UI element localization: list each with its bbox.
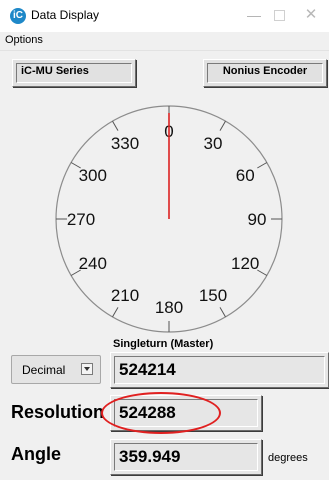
dial-tick-label: 120: [231, 254, 259, 273]
dial-tick-label: 180: [155, 298, 183, 317]
dial-tick-label: 150: [199, 286, 227, 305]
nonius-encoder-button[interactable]: Nonius Encoder: [203, 59, 327, 87]
app-icon-letter: iC: [13, 10, 23, 21]
format-dropdown-value: Decimal: [22, 363, 66, 377]
angle-value-field: 359.949: [110, 439, 262, 475]
chevron-down-icon[interactable]: [81, 363, 93, 375]
highlight-annotation: [101, 392, 221, 434]
dial-tick-label: 90: [248, 210, 267, 229]
menu-options[interactable]: Options: [5, 34, 43, 46]
resolution-label: Resolution: [11, 402, 104, 422]
angle-label: Angle: [11, 444, 62, 464]
title-bar: iC Data Display — ✕: [0, 0, 329, 32]
close-button[interactable]: ✕: [300, 6, 322, 24]
minimize-button[interactable]: —: [243, 6, 265, 24]
singleturn-label: Singleturn (Master): [113, 338, 214, 350]
maximize-button[interactable]: [268, 6, 290, 24]
dial-tick-label: 210: [111, 286, 139, 305]
window-title: Data Display: [31, 8, 100, 22]
dial-tick-label: 300: [79, 166, 107, 185]
format-dropdown[interactable]: Decimal: [11, 355, 101, 384]
dial-tick-label: 330: [111, 134, 139, 153]
angle-value: 359.949: [114, 443, 258, 471]
nonius-encoder-button-label: Nonius Encoder: [207, 63, 323, 83]
app-icon: iC: [10, 8, 26, 24]
series-button-label: iC-MU Series: [16, 63, 132, 83]
menu-bar: Options: [0, 32, 329, 51]
singleturn-value-field: 524214: [110, 352, 329, 388]
angle-dial: 0306090120150180210240270300330: [55, 105, 283, 333]
dial-tick-label: 30: [204, 134, 223, 153]
series-button[interactable]: iC-MU Series: [12, 59, 136, 87]
dial-tick-label: 60: [236, 166, 255, 185]
angle-unit: degrees: [268, 452, 308, 464]
singleturn-value: 524214: [114, 356, 325, 384]
dial-tick-label: 240: [79, 254, 107, 273]
dial-tick-label: 270: [67, 210, 95, 229]
